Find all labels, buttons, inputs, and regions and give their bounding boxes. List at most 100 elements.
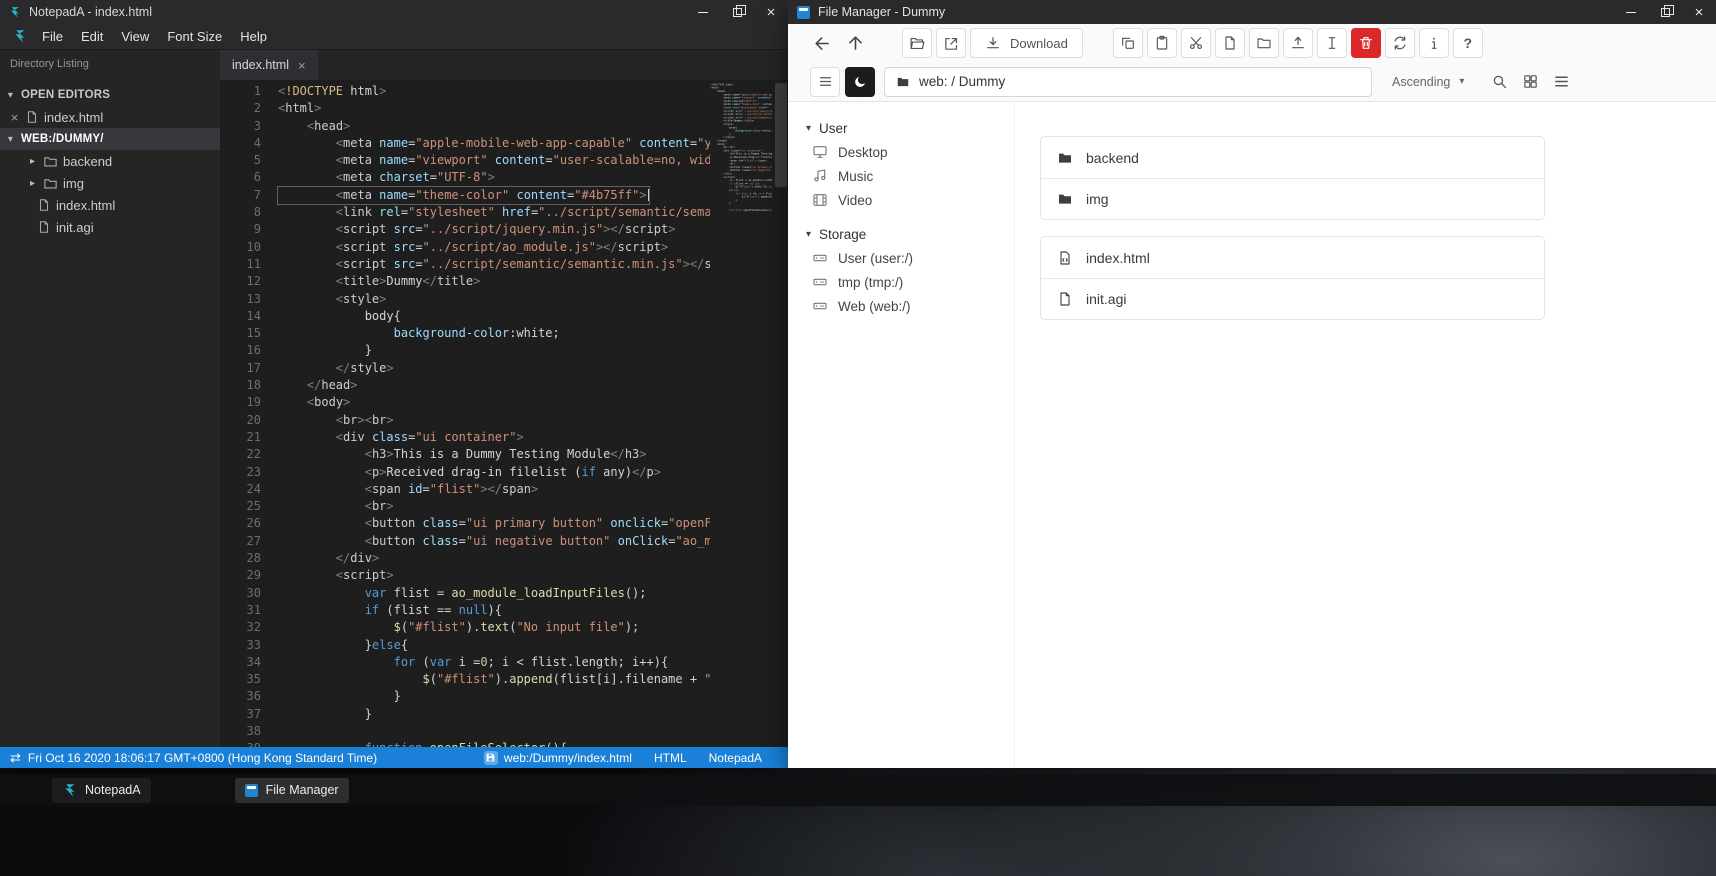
code-line-16[interactable]: } xyxy=(278,342,710,359)
filemanager-titlebar[interactable]: File Manager - Dummy × xyxy=(788,0,1716,24)
grid-view-button[interactable] xyxy=(1522,73,1539,90)
code-line-11[interactable]: <script src="../script/semantic/semantic… xyxy=(278,256,710,273)
info-button[interactable] xyxy=(1418,28,1449,58)
new-file-button[interactable] xyxy=(1214,28,1245,58)
code-line-12[interactable]: <title>Dummy</title> xyxy=(278,273,710,290)
code-line-8[interactable]: <link rel="stylesheet" href="../script/s… xyxy=(278,204,710,221)
code-line-24[interactable]: <span id="flist"></span> xyxy=(278,481,710,498)
minimap[interactable]: <!DOCTYPE html> <html> <head> <meta name=… xyxy=(710,83,772,283)
taskbar-item-notepada[interactable]: NotepadA xyxy=(52,777,151,803)
code-line-25[interactable]: <br> xyxy=(278,498,710,515)
open-editors-header[interactable]: ▾ OPEN EDITORS xyxy=(0,84,220,106)
code-line-33[interactable]: }else{ xyxy=(278,637,710,654)
help-button[interactable]: ? xyxy=(1452,28,1483,58)
open-editor-item[interactable]: × index.html xyxy=(0,106,220,128)
code-line-35[interactable]: $("#flist").append(flist[i].filename + "… xyxy=(278,671,711,688)
code-line-38[interactable] xyxy=(278,723,710,740)
apps-button[interactable] xyxy=(8,777,38,803)
menu-item-font-size[interactable]: Font Size xyxy=(158,25,231,48)
menu-item-help[interactable]: Help xyxy=(231,25,276,48)
code-line-4[interactable]: <meta name="apple-mobile-web-app-capable… xyxy=(278,135,710,152)
code-line-28[interactable]: </div> xyxy=(278,550,710,567)
close-button[interactable]: × xyxy=(1682,0,1716,24)
tree-item-backend[interactable]: ▸ backend xyxy=(0,150,220,172)
tree-item-index-html[interactable]: index.html xyxy=(0,194,220,216)
sort-dropdown[interactable]: Ascending ▾ xyxy=(1392,75,1467,89)
restore-button[interactable] xyxy=(1648,0,1682,24)
editor-scrollbar[interactable] xyxy=(774,80,788,747)
code-line-1[interactable]: <!DOCTYPE html> xyxy=(278,83,710,100)
code-line-29[interactable]: <script> xyxy=(278,567,710,584)
code-line-6[interactable]: <meta charset="UTF-8"> xyxy=(278,169,710,186)
code-line-2[interactable]: <html> xyxy=(278,100,710,117)
code-line-36[interactable]: } xyxy=(278,688,710,705)
notepada-titlebar[interactable]: NotepadA - index.html × xyxy=(0,0,788,24)
code-line-18[interactable]: </head> xyxy=(278,377,710,394)
code-line-21[interactable]: <div class="ui container"> xyxy=(278,429,710,446)
code-line-39[interactable]: function openFileSelector(){ xyxy=(278,740,710,747)
restore-button[interactable] xyxy=(720,0,754,24)
code-line-23[interactable]: <p>Received drag-in filelist (if any)</p… xyxy=(278,464,710,481)
cut-button[interactable] xyxy=(1180,28,1211,58)
sidebar-item-desktop[interactable]: Desktop xyxy=(788,140,1014,164)
address-bar[interactable]: web: / Dummy xyxy=(884,66,1372,97)
minimize-button[interactable] xyxy=(686,0,720,24)
workspace-header[interactable]: ▾ WEB:/DUMMY/ xyxy=(0,128,220,150)
file-row-img[interactable]: img xyxy=(1041,178,1544,219)
list-view-button[interactable] xyxy=(1553,73,1570,90)
back-button[interactable] xyxy=(810,31,835,56)
code-line-20[interactable]: <br><br> xyxy=(278,412,710,429)
theme-toggle-button[interactable] xyxy=(845,66,875,97)
search-button[interactable] xyxy=(1491,73,1508,90)
close-button[interactable]: × xyxy=(754,0,788,24)
sidebar-item-music[interactable]: Music xyxy=(788,164,1014,188)
code-line-15[interactable]: background-color:white; xyxy=(278,325,710,342)
up-button[interactable] xyxy=(843,31,868,56)
file-row-init-agi[interactable]: init.agi xyxy=(1041,278,1544,319)
tree-item-init-agi[interactable]: init.agi xyxy=(0,216,220,238)
code-line-37[interactable]: } xyxy=(278,706,710,723)
taskbar-item-filemanager[interactable]: File Manager xyxy=(234,777,349,803)
code-line-14[interactable]: body{ xyxy=(278,308,710,325)
code-line-10[interactable]: <script src="../script/ao_module.js"></s… xyxy=(278,239,710,256)
file-row-index-html[interactable]: index.html xyxy=(1041,237,1544,278)
code-line-31[interactable]: if (flist == null){ xyxy=(278,602,710,619)
menu-item-file[interactable]: File xyxy=(33,25,72,48)
code-line-3[interactable]: <head> xyxy=(278,118,710,135)
menu-item-view[interactable]: View xyxy=(112,25,158,48)
code-line-34[interactable]: for (var i =0; i < flist.length; i++){ xyxy=(278,654,710,671)
sidebar-item-web-drive[interactable]: Web (web:/) xyxy=(788,294,1014,318)
open-external-button[interactable] xyxy=(936,28,966,58)
code-line-13[interactable]: <style> xyxy=(278,291,710,308)
minimize-button[interactable] xyxy=(1614,0,1648,24)
code-line-9[interactable]: <script src="../script/jquery.min.js"></… xyxy=(278,221,710,238)
sidebar-item-user-drive[interactable]: User (user:/) xyxy=(788,246,1014,270)
sidebar-item-tmp-drive[interactable]: tmp (tmp:/) xyxy=(788,270,1014,294)
code-line-17[interactable]: </style> xyxy=(278,360,710,377)
code-line-26[interactable]: <button class="ui primary button" onclic… xyxy=(278,515,710,532)
menu-toggle-button[interactable] xyxy=(810,66,840,97)
upload-button[interactable] xyxy=(1282,28,1313,58)
delete-button[interactable] xyxy=(1350,28,1381,58)
code-line-22[interactable]: <h3>This is a Dummy Testing Module</h3> xyxy=(278,446,710,463)
sidebar-item-video[interactable]: Video xyxy=(788,188,1014,212)
copy-button[interactable] xyxy=(1112,28,1143,58)
code-line-27[interactable]: <button class="ui negative button" onCli… xyxy=(278,533,710,550)
code-line-30[interactable]: var flist = ao_module_loadInputFiles(); xyxy=(278,585,710,602)
sidebar-section-user[interactable]: ▾ User xyxy=(788,116,1014,140)
code-line-7[interactable]: <meta name="theme-color" content="#4b75f… xyxy=(277,185,710,206)
open-folder-button[interactable] xyxy=(902,28,932,58)
tree-item-img[interactable]: ▸ img xyxy=(0,172,220,194)
new-folder-button[interactable] xyxy=(1248,28,1279,58)
tab-index-html[interactable]: index.html × xyxy=(220,50,318,80)
code-line-19[interactable]: <body> xyxy=(278,394,710,411)
refresh-button[interactable] xyxy=(1384,28,1415,58)
scrollbar-thumb[interactable] xyxy=(775,83,787,187)
code-line-5[interactable]: <meta name="viewport" content="user-scal… xyxy=(278,152,710,169)
code-line-32[interactable]: $("#flist").text("No input file"); xyxy=(278,619,710,636)
paste-button[interactable] xyxy=(1146,28,1177,58)
download-button[interactable]: Download xyxy=(970,28,1083,58)
sidebar-section-storage[interactable]: ▾ Storage xyxy=(788,222,1014,246)
tab-close-icon[interactable]: × xyxy=(298,58,306,73)
menu-item-edit[interactable]: Edit xyxy=(72,25,112,48)
